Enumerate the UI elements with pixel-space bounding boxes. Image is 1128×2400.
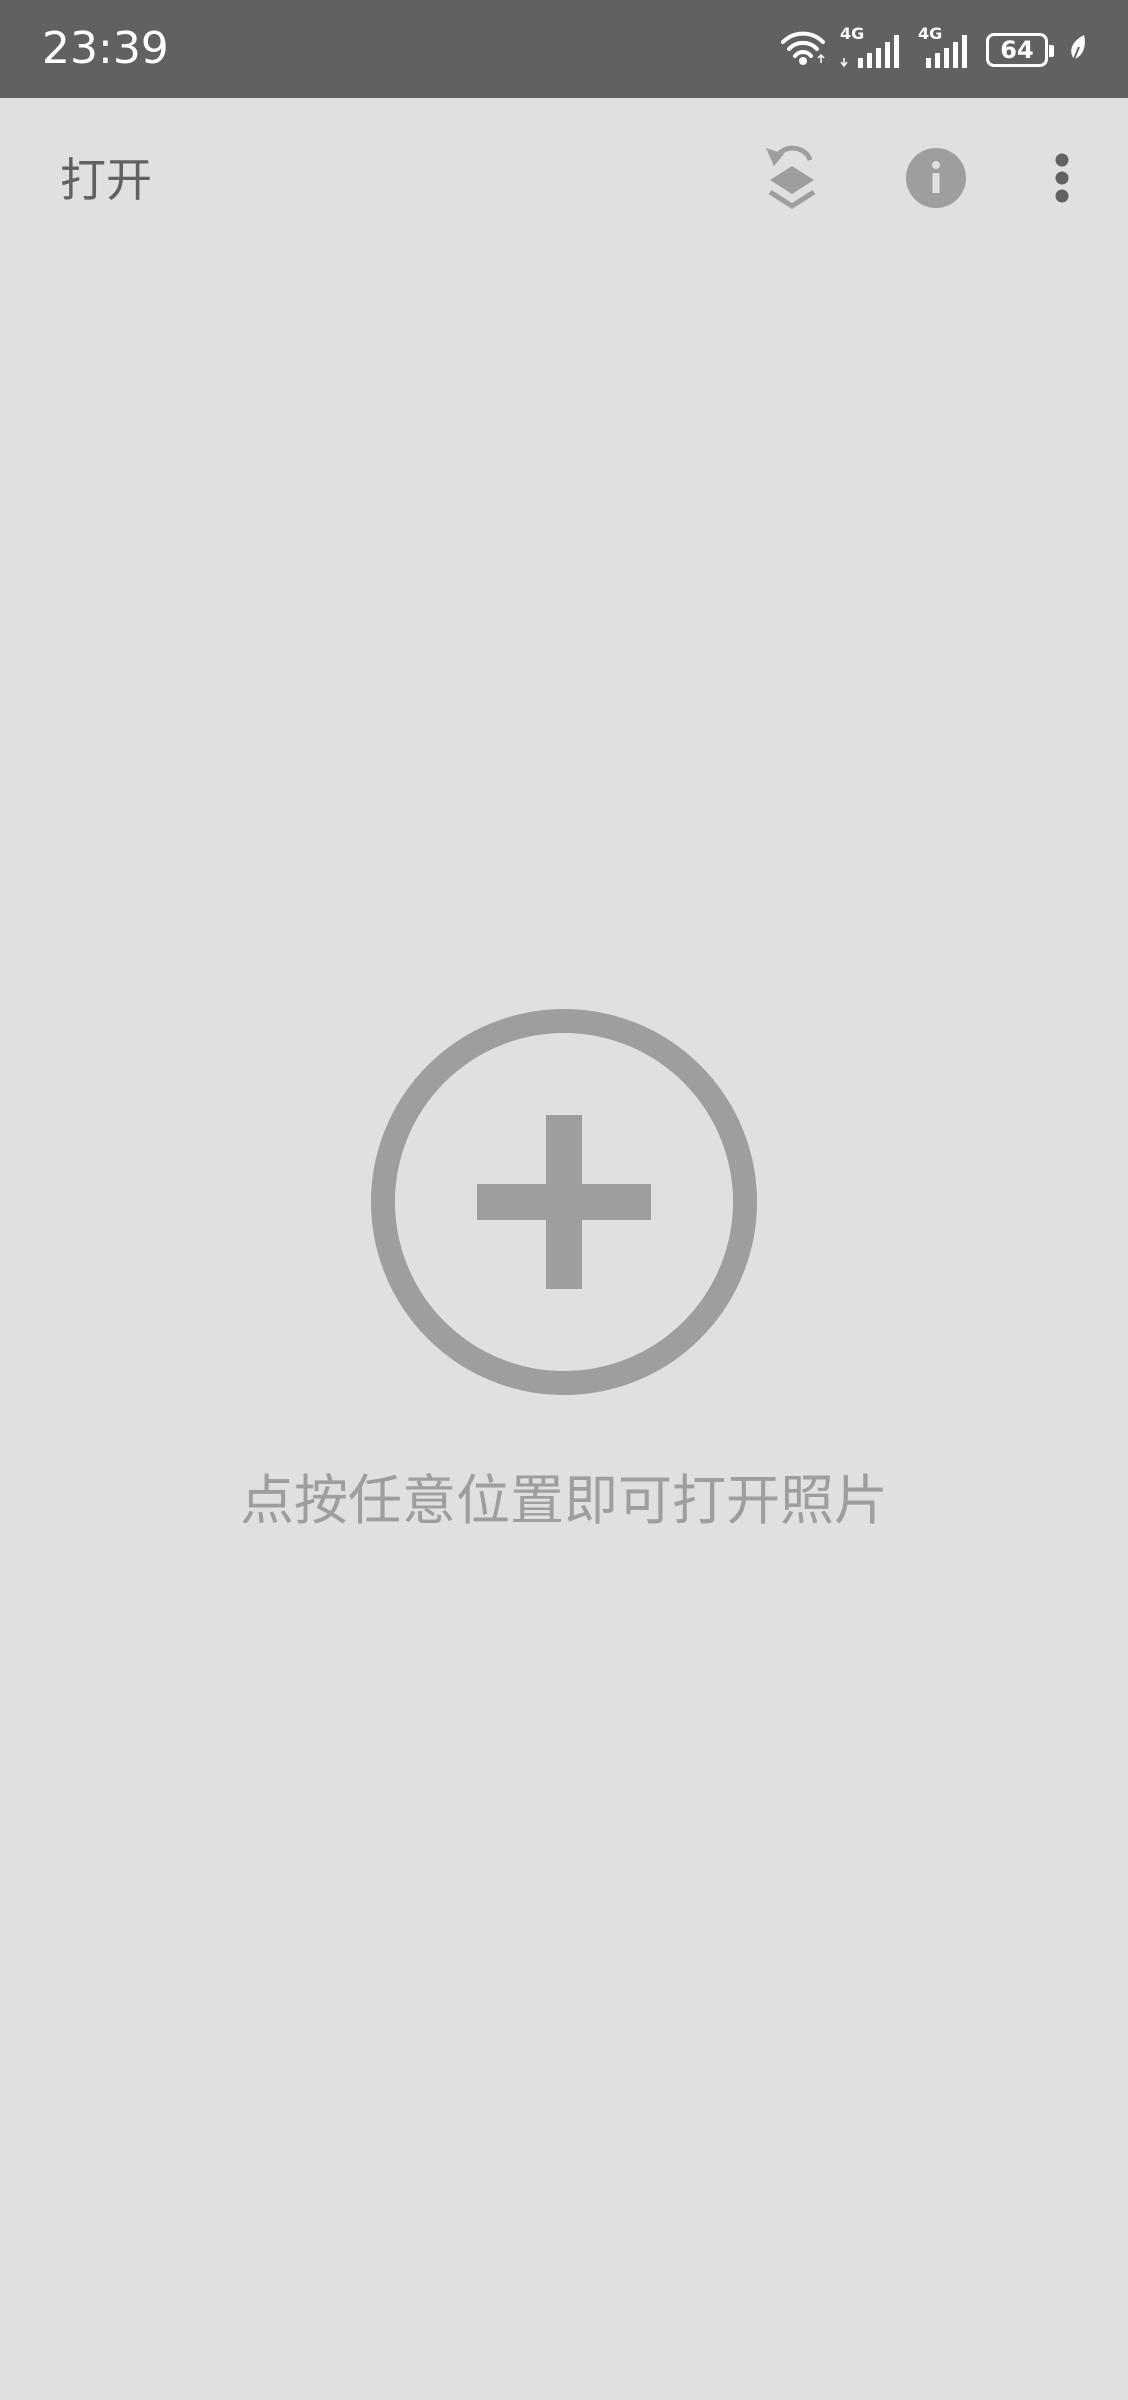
layers-undo-icon [762,142,822,218]
status-bar: 23:39 4G 4G 64 [0,0,1128,98]
leaf-icon [1068,33,1088,67]
info-icon [905,147,967,213]
layers-undo-button[interactable] [752,140,832,220]
signal-icon: 4G [918,26,972,68]
app-bar: 打开 [0,98,1128,268]
open-photo-area[interactable]: 点按任意位置即可打开照片 [0,268,1128,2400]
battery-level: 64 [1000,36,1034,64]
network-type-label: 4G [840,24,865,43]
signal-icon: 4G [840,26,904,68]
more-options-button[interactable] [1022,140,1102,220]
status-icons: 4G 4G 64 [780,26,1088,74]
more-vert-icon [1054,152,1070,208]
add-circle-icon[interactable] [370,1008,758,1396]
open-photo-hint: 点按任意位置即可打开照片 [240,1469,888,1532]
info-button[interactable] [896,140,976,220]
battery-icon: 64 [986,33,1054,67]
network-type-label: 4G [918,24,943,43]
page-title[interactable]: 打开 [60,150,152,210]
status-time: 23:39 [42,23,169,74]
wifi-icon [780,30,826,70]
